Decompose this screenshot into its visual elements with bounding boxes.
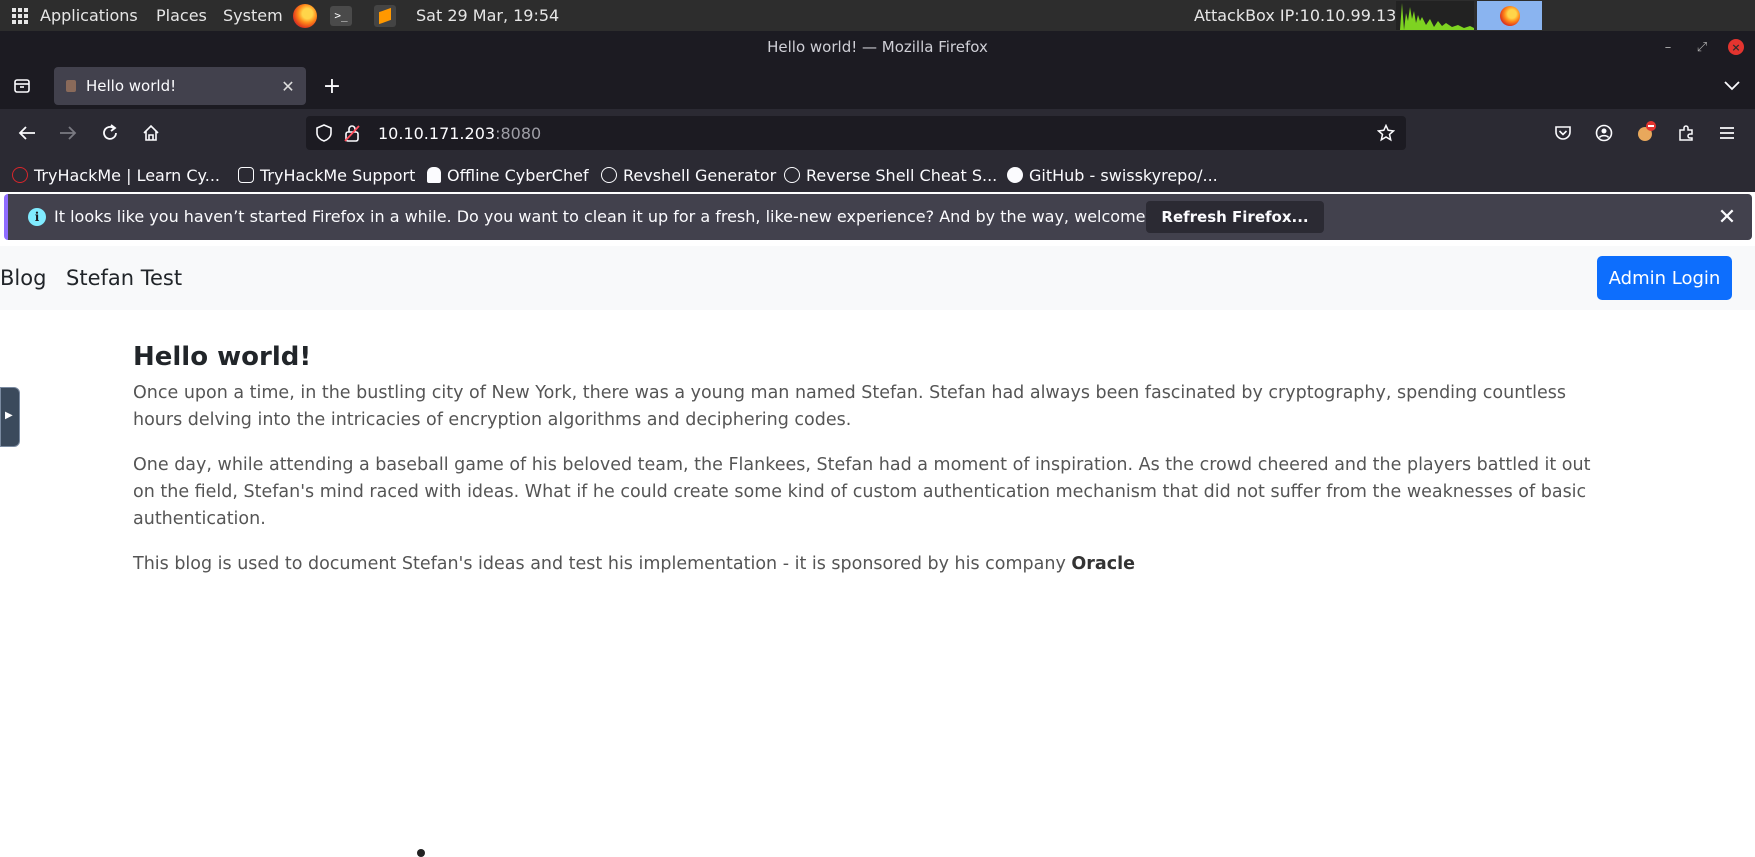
places-menu[interactable]: Places: [156, 0, 207, 31]
bookmark-github-swisskyrepo[interactable]: GitHub - swisskyrepo/...: [1007, 163, 1218, 187]
tryhackme-icon: [12, 167, 28, 183]
insecure-lock-icon[interactable]: [342, 123, 362, 143]
url-host: 10.10.171.203: [378, 124, 496, 143]
forward-icon[interactable]: [56, 121, 80, 145]
notification-message: It looks like you haven’t started Firefo…: [54, 207, 1196, 226]
github-icon: [1007, 167, 1023, 183]
web-page: Blog Stefan Test Admin Login Hello world…: [0, 246, 1755, 857]
bookmark-tryhackme-support[interactable]: TryHackMe Support: [238, 163, 415, 187]
globe-icon: [601, 167, 617, 183]
play-arrow-icon: ▶: [5, 410, 13, 421]
url-bar[interactable]: 10.10.171.203:8080: [306, 116, 1406, 150]
sidebar-toggle-handle[interactable]: ▶: [0, 387, 20, 447]
bookmark-label: Reverse Shell Cheat S...: [806, 165, 998, 185]
site-brand-link[interactable]: Blog: [0, 266, 46, 290]
refresh-firefox-button[interactable]: Refresh Firefox...: [1146, 201, 1324, 233]
post-paragraph-3: This blog is used to document Stefan's i…: [133, 551, 1613, 578]
close-window-icon[interactable]: ×: [1728, 39, 1744, 55]
bookmark-tryhackme[interactable]: TryHackMe | Learn Cy...: [12, 163, 220, 187]
minimize-icon[interactable]: –: [1660, 39, 1676, 55]
maximize-icon[interactable]: ⤢: [1694, 39, 1710, 55]
bookmark-label: Offline CyberChef: [447, 165, 589, 185]
pocket-icon[interactable]: [1551, 121, 1575, 145]
app-menu-icon[interactable]: [1715, 121, 1739, 145]
window-title: Hello world! — Mozilla Firefox: [767, 37, 988, 56]
tab-favicon-icon: [66, 80, 76, 92]
extension-blocker-icon[interactable]: [1633, 119, 1659, 145]
attackbox-ip: AttackBox IP:10.10.99.137: [1194, 6, 1407, 25]
blog-post: Hello world! Once upon a time, in the bu…: [133, 342, 1613, 596]
nav-toolbar: 10.10.171.203:8080: [0, 109, 1755, 158]
clock[interactable]: Sat 29 Mar, 19:54: [416, 0, 559, 31]
tab-strip: Hello world! ✕ +: [0, 62, 1755, 109]
close-tab-icon[interactable]: ✕: [276, 77, 300, 96]
network-graph-icon: [1396, 1, 1474, 30]
nav-link-stefan-test[interactable]: Stefan Test: [66, 266, 182, 290]
reload-icon[interactable]: [98, 121, 122, 145]
post-paragraph-1: Once upon a time, in the bustling city o…: [133, 383, 1567, 430]
chef-icon: [427, 167, 441, 183]
firefox-tray-icon[interactable]: [1477, 1, 1542, 30]
firefox-view-icon[interactable]: [10, 74, 34, 98]
new-tab-icon[interactable]: +: [320, 74, 344, 99]
post-paragraph-3-text: This blog is used to document Stefan's i…: [133, 554, 1072, 574]
tab-title: Hello world!: [86, 77, 177, 95]
back-icon[interactable]: [15, 121, 39, 145]
post-title: Hello world!: [133, 342, 312, 372]
tracking-protection-shield-icon[interactable]: [314, 123, 334, 143]
company-name: Oracle: [1071, 554, 1135, 574]
mouse-cursor-icon: [417, 849, 425, 857]
refresh-firefox-notification: i It looks like you haven’t started Fire…: [4, 194, 1752, 240]
window-titlebar: Hello world! — Mozilla Firefox – ⤢ ×: [0, 31, 1755, 62]
bookmark-label: TryHackMe Support: [260, 165, 416, 185]
close-notification-icon[interactable]: ✕: [1714, 204, 1740, 230]
bookmark-reverse-shell-cheat-sheet[interactable]: Reverse Shell Cheat S...: [784, 163, 997, 187]
support-icon: [238, 167, 254, 183]
bookmark-label: Revshell Generator: [623, 165, 777, 185]
tab-hello-world[interactable]: Hello world! ✕: [54, 67, 306, 105]
bookmark-revshell-generator[interactable]: Revshell Generator: [601, 163, 776, 187]
bookmark-star-icon[interactable]: [1376, 123, 1396, 143]
url-text[interactable]: 10.10.171.203:8080: [378, 124, 541, 143]
applications-menu[interactable]: Applications: [40, 0, 138, 31]
account-icon[interactable]: [1592, 121, 1616, 145]
apps-grid-icon[interactable]: [12, 0, 28, 31]
bookmark-label: TryHackMe | Learn Cy...: [34, 165, 220, 185]
home-icon[interactable]: [139, 121, 163, 145]
firefox-launcher-icon[interactable]: [293, 0, 317, 31]
extensions-puzzle-icon[interactable]: [1674, 121, 1698, 145]
system-menu[interactable]: System: [223, 0, 283, 31]
bookmarks-toolbar: TryHackMe | Learn Cy... TryHackMe Suppor…: [0, 158, 1755, 192]
url-port: :8080: [495, 124, 542, 143]
sublime-launcher-icon[interactable]: [374, 0, 396, 31]
desktop-top-panel: Applications Places System >_ Sat 29 Mar…: [0, 0, 1755, 31]
bookmark-label: GitHub - swisskyrepo/...: [1029, 165, 1218, 185]
terminal-launcher-icon[interactable]: >_: [330, 0, 352, 31]
list-all-tabs-icon[interactable]: [1720, 74, 1744, 98]
globe-icon: [784, 167, 800, 183]
post-paragraph-2: One day, while attending a baseball game…: [133, 455, 1591, 529]
site-navbar: Blog Stefan Test Admin Login: [0, 246, 1755, 310]
bookmark-offline-cyberchef[interactable]: Offline CyberChef: [427, 163, 589, 187]
admin-login-button[interactable]: Admin Login: [1597, 256, 1732, 300]
info-icon: i: [28, 208, 46, 226]
